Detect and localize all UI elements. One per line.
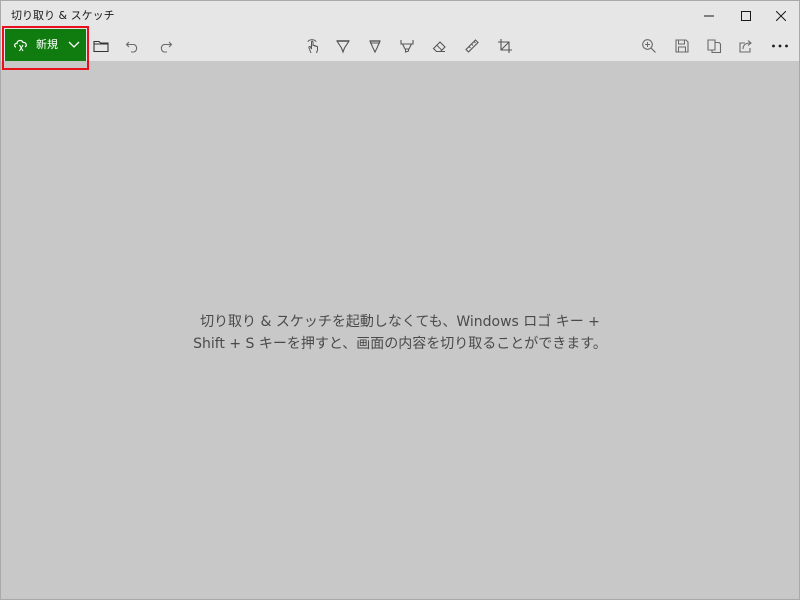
save-button[interactable] (671, 35, 693, 57)
maximize-button[interactable] (727, 1, 765, 31)
more-icon (772, 44, 788, 48)
close-icon (776, 11, 786, 21)
new-snip-icon (14, 39, 27, 52)
ruler-button[interactable] (461, 35, 483, 57)
touch-writing-icon (307, 39, 318, 54)
touch-writing-button[interactable] (302, 35, 324, 57)
more-options-button[interactable] (769, 35, 791, 57)
zoom-icon (642, 39, 656, 53)
redo-icon (160, 41, 173, 53)
share-icon (739, 40, 752, 53)
ruler-icon (465, 39, 479, 53)
highlighter-button[interactable] (396, 35, 418, 57)
share-button[interactable] (735, 35, 757, 57)
undo-icon (125, 41, 138, 53)
highlighter-icon (400, 40, 414, 53)
title-bar: 切り取り & スケッチ (1, 1, 799, 31)
zoom-button[interactable] (638, 35, 660, 57)
copy-button[interactable] (703, 35, 725, 57)
open-file-button[interactable] (90, 35, 112, 57)
eraser-button[interactable] (428, 35, 450, 57)
pencil-button[interactable] (364, 35, 386, 57)
new-snip-button[interactable]: 新規 (5, 29, 86, 61)
chevron-down-icon[interactable] (67, 39, 81, 51)
redo-button[interactable] (154, 35, 176, 57)
ballpoint-pen-icon (335, 40, 351, 54)
minimize-icon (704, 15, 714, 17)
ballpoint-pen-button[interactable] (332, 35, 354, 57)
canvas-hint-message: 切り取り & スケッチを起動しなくても、Windows ロゴ キー + Shif… (1, 311, 799, 355)
crop-icon (498, 39, 512, 53)
eraser-icon (432, 41, 446, 53)
new-button-divider (63, 35, 64, 55)
snip-sketch-window: 切り取り & スケッチ 新規 切り取り & スケッチを起動しなくても、Windo… (0, 0, 800, 600)
new-snip-label: 新規 (36, 38, 58, 51)
crop-button[interactable] (494, 35, 516, 57)
hint-line-1: 切り取り & スケッチを起動しなくても、Windows ロゴ キー + (200, 314, 600, 330)
open-folder-icon (93, 40, 109, 53)
save-icon (675, 39, 689, 53)
window-title: 切り取り & スケッチ (11, 9, 115, 22)
maximize-icon (741, 11, 751, 21)
copy-icon (707, 39, 722, 54)
close-button[interactable] (762, 1, 800, 31)
minimize-button[interactable] (690, 1, 728, 31)
pencil-icon (369, 40, 381, 54)
hint-line-2: Shift + S キーを押すと、画面の内容を切り取ることができます。 (193, 336, 607, 352)
undo-button[interactable] (122, 35, 144, 57)
